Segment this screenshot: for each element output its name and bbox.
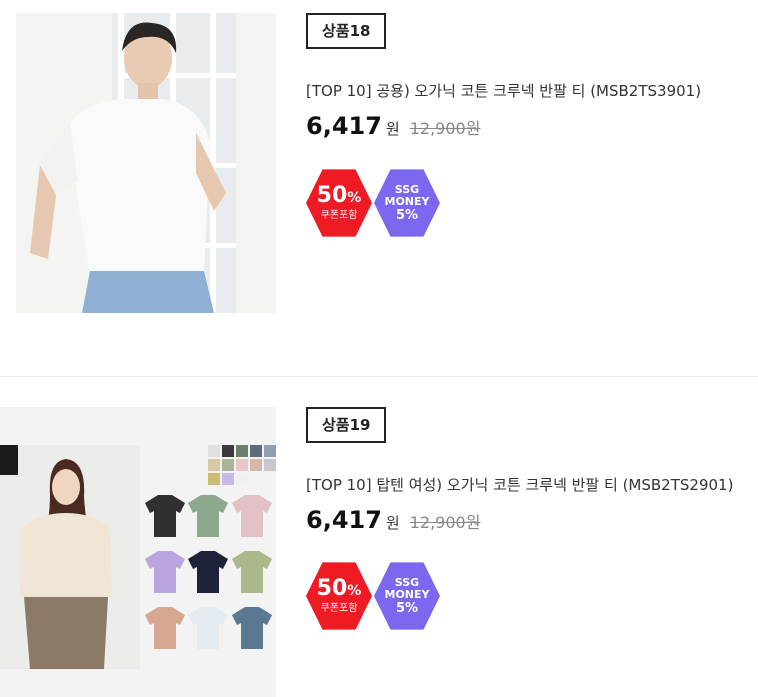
original-price: 12,900원 <box>409 513 481 532</box>
ssg-money-badge: SSG MONEY 5% <box>374 169 440 237</box>
discount-label: 쿠폰포함 <box>320 603 358 614</box>
sale-price: 6,417 <box>306 112 382 140</box>
money-label: MONEY <box>384 194 430 208</box>
discount-value: 50 <box>316 576 348 601</box>
discount-unit: % <box>347 583 362 599</box>
product-image[interactable] <box>0 407 276 697</box>
ssg-money-percent: 5% <box>395 600 419 616</box>
product-card-18[interactable]: 상품18 [TOP 10] 공용) 오가닉 코튼 크루넥 반팔 티 (MSB2T… <box>0 0 758 376</box>
discount-badge: 50% 쿠폰포함 <box>306 562 372 630</box>
money-label: MONEY <box>384 587 430 601</box>
ssg-money-percent: 5% <box>395 207 419 223</box>
benefit-badges: 50% 쿠폰포함 SSG MONEY 5% <box>306 561 446 631</box>
product-title[interactable]: [TOP 10] 탑텐 여성) 오가닉 코튼 크루넥 반팔 티 (MSB2TS2… <box>306 474 733 495</box>
price-row: 6,417 원 12,900원 <box>306 112 480 140</box>
discount-value: 50 <box>316 183 348 208</box>
ssg-label: SSG <box>394 575 420 589</box>
currency: 원 <box>385 120 400 138</box>
discount-unit: % <box>347 190 362 206</box>
benefit-badges: 50% 쿠폰포함 SSG MONEY 5% <box>306 168 446 238</box>
sale-price: 6,417 <box>306 506 382 534</box>
product-photo-man-white-tee <box>0 13 276 313</box>
price-row: 6,417 원 12,900원 <box>306 506 480 534</box>
discount-badge: 50% 쿠폰포함 <box>306 169 372 237</box>
ssg-money-badge: SSG MONEY 5% <box>374 562 440 630</box>
ssg-label: SSG <box>394 182 420 196</box>
product-card-19[interactable]: 상품19 [TOP 10] 탑텐 여성) 오가닉 코튼 크루넥 반팔 티 (MS… <box>0 376 758 697</box>
product-title[interactable]: [TOP 10] 공용) 오가닉 코튼 크루넥 반팔 티 (MSB2TS3901… <box>306 80 701 101</box>
rank-badge: 상품18 <box>306 13 387 49</box>
product-image[interactable] <box>0 13 276 313</box>
currency: 원 <box>385 514 400 532</box>
discount-label: 쿠폰포함 <box>320 210 358 221</box>
rank-badge: 상품19 <box>306 407 387 443</box>
product-photo-woman-color-tees <box>0 407 276 697</box>
original-price: 12,900원 <box>409 119 481 138</box>
